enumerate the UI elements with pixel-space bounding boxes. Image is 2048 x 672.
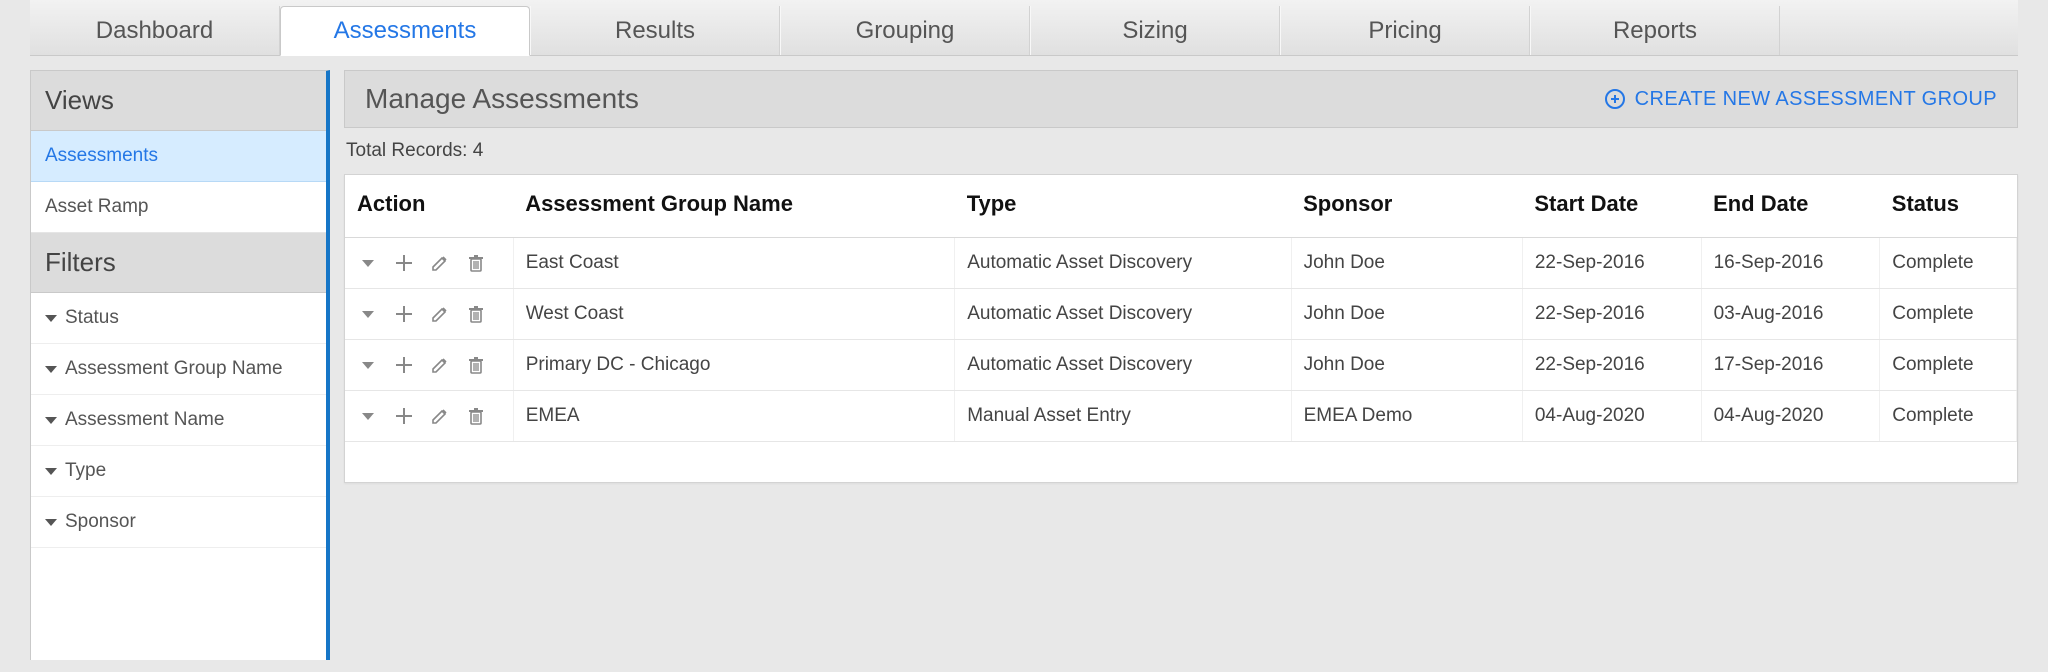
caret-down-icon (45, 519, 57, 526)
col-type[interactable]: Type (955, 175, 1291, 238)
cell-type: Automatic Asset Discovery (955, 238, 1291, 289)
cell-status: Complete (1880, 238, 2017, 289)
tab-dashboard[interactable]: Dashboard (30, 6, 280, 55)
caret-down-icon (45, 468, 57, 475)
create-label: CREATE NEW ASSESSMENT GROUP (1635, 88, 1997, 111)
filter-type[interactable]: Type (31, 446, 326, 497)
filter-label: Status (65, 307, 119, 329)
cell-end-date: 03-Aug-2016 (1701, 289, 1880, 340)
expand-row-icon[interactable] (357, 405, 379, 427)
filter-label: Sponsor (65, 511, 136, 533)
table-row: East Coast Automatic Asset Discovery Joh… (345, 238, 2017, 289)
sidebar-view-asset-ramp[interactable]: Asset Ramp (31, 182, 326, 233)
cell-sponsor: John Doe (1291, 289, 1522, 340)
edit-icon[interactable] (429, 354, 451, 376)
sidebar: Views Assessments Asset Ramp Filters Sta… (30, 70, 330, 660)
create-new-assessment-group-button[interactable]: CREATE NEW ASSESSMENT GROUP (1605, 88, 1997, 111)
col-start-date[interactable]: Start Date (1522, 175, 1701, 238)
filter-sponsor[interactable]: Sponsor (31, 497, 326, 548)
delete-icon[interactable] (465, 405, 487, 427)
cell-group-name: Primary DC - Chicago (513, 340, 955, 391)
caret-down-icon (45, 417, 57, 424)
cell-start-date: 22-Sep-2016 (1522, 340, 1701, 391)
cell-type: Automatic Asset Discovery (955, 340, 1291, 391)
cell-status: Complete (1880, 391, 2017, 442)
cell-type: Automatic Asset Discovery (955, 289, 1291, 340)
col-group-name[interactable]: Assessment Group Name (513, 175, 955, 238)
cell-end-date: 04-Aug-2020 (1701, 391, 1880, 442)
add-icon[interactable] (393, 354, 415, 376)
col-end-date[interactable]: End Date (1701, 175, 1880, 238)
col-status[interactable]: Status (1880, 175, 2017, 238)
tab-pricing[interactable]: Pricing (1280, 6, 1530, 55)
filter-label: Assessment Group Name (65, 358, 283, 380)
page-title: Manage Assessments (365, 83, 639, 115)
sidebar-view-assessments[interactable]: Assessments (31, 131, 326, 182)
cell-start-date: 22-Sep-2016 (1522, 238, 1701, 289)
tab-grouping[interactable]: Grouping (780, 6, 1030, 55)
cell-status: Complete (1880, 289, 2017, 340)
filter-label: Type (65, 460, 106, 482)
cell-end-date: 16-Sep-2016 (1701, 238, 1880, 289)
edit-icon[interactable] (429, 303, 451, 325)
plus-circle-icon (1605, 89, 1625, 109)
cell-status: Complete (1880, 340, 2017, 391)
filter-assessment-name[interactable]: Assessment Name (31, 395, 326, 446)
add-icon[interactable] (393, 303, 415, 325)
edit-icon[interactable] (429, 405, 451, 427)
table-row: EMEA Manual Asset Entry EMEA Demo 04-Aug… (345, 391, 2017, 442)
expand-row-icon[interactable] (357, 303, 379, 325)
add-icon[interactable] (393, 252, 415, 274)
expand-row-icon[interactable] (357, 252, 379, 274)
cell-start-date: 22-Sep-2016 (1522, 289, 1701, 340)
cell-group-name: West Coast (513, 289, 955, 340)
filter-assessment-group-name[interactable]: Assessment Group Name (31, 344, 326, 395)
add-icon[interactable] (393, 405, 415, 427)
assessments-table: Action Assessment Group Name Type Sponso… (344, 174, 2018, 483)
tab-reports[interactable]: Reports (1530, 6, 1780, 55)
delete-icon[interactable] (465, 252, 487, 274)
tab-results[interactable]: Results (530, 6, 780, 55)
main-panel: Manage Assessments CREATE NEW ASSESSMENT… (330, 70, 2018, 660)
cell-sponsor: EMEA Demo (1291, 391, 1522, 442)
expand-row-icon[interactable] (357, 354, 379, 376)
table-row: West Coast Automatic Asset Discovery Joh… (345, 289, 2017, 340)
col-action[interactable]: Action (345, 175, 513, 238)
delete-icon[interactable] (465, 303, 487, 325)
filter-status[interactable]: Status (31, 293, 326, 344)
table-row: Primary DC - Chicago Automatic Asset Dis… (345, 340, 2017, 391)
caret-down-icon (45, 315, 57, 322)
tab-sizing[interactable]: Sizing (1030, 6, 1280, 55)
tab-assessments[interactable]: Assessments (280, 6, 530, 56)
caret-down-icon (45, 366, 57, 373)
filters-heading: Filters (31, 233, 326, 293)
filter-label: Assessment Name (65, 409, 224, 431)
panel-header: Manage Assessments CREATE NEW ASSESSMENT… (344, 70, 2018, 128)
cell-sponsor: John Doe (1291, 340, 1522, 391)
cell-type: Manual Asset Entry (955, 391, 1291, 442)
col-sponsor[interactable]: Sponsor (1291, 175, 1522, 238)
cell-group-name: EMEA (513, 391, 955, 442)
total-records-label: Total Records: 4 (344, 128, 2018, 174)
views-heading: Views (31, 71, 326, 131)
edit-icon[interactable] (429, 252, 451, 274)
cell-sponsor: John Doe (1291, 238, 1522, 289)
top-tabbar: Dashboard Assessments Results Grouping S… (30, 0, 2018, 56)
cell-end-date: 17-Sep-2016 (1701, 340, 1880, 391)
delete-icon[interactable] (465, 354, 487, 376)
cell-group-name: East Coast (513, 238, 955, 289)
cell-start-date: 04-Aug-2020 (1522, 391, 1701, 442)
